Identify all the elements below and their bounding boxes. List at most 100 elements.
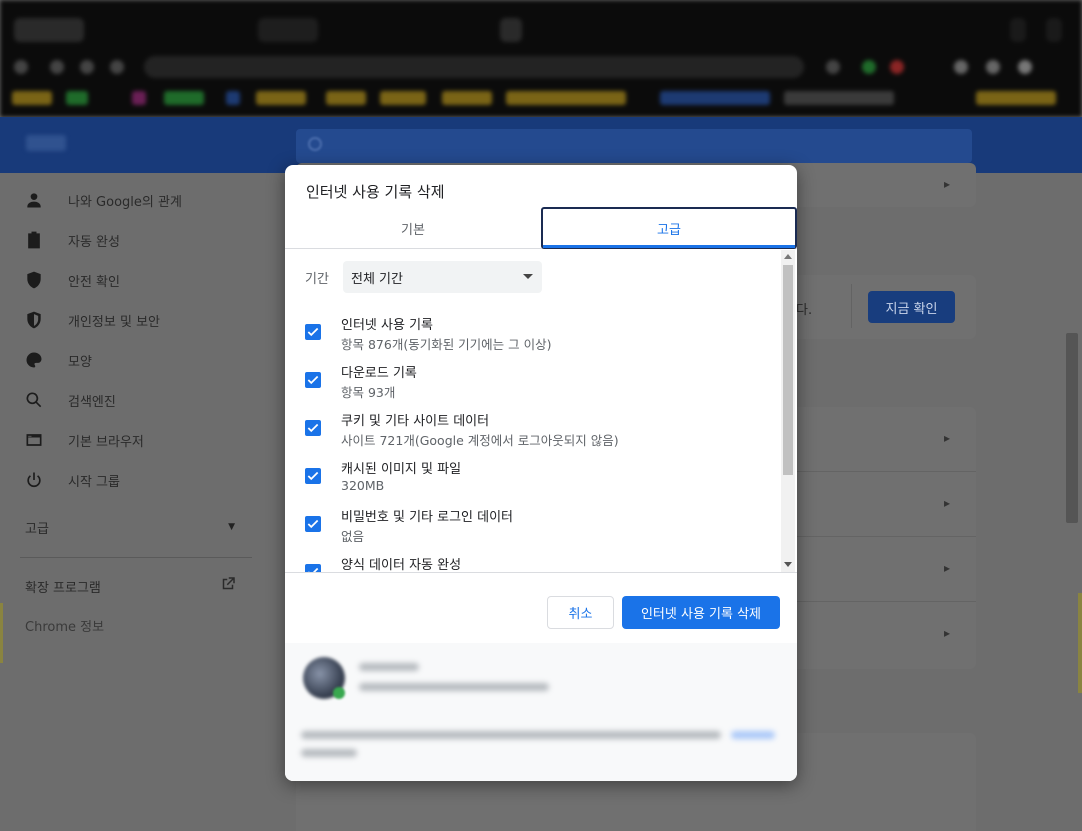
- tab-advanced[interactable]: 고급: [541, 207, 797, 249]
- extension-icon[interactable]: [862, 60, 876, 74]
- extension-icon[interactable]: [890, 60, 904, 74]
- history-option[interactable]: 인터넷 사용 기록 항목 876개(동기화된 기기에는 그 이상): [285, 313, 780, 361]
- option-title: 양식 데이터 자동 완성: [341, 558, 462, 572]
- blurred-text: [359, 683, 549, 691]
- passwords-option[interactable]: 비밀번호 및 기타 로그인 데이터 없음: [285, 505, 780, 553]
- cookies-option[interactable]: 쿠키 및 기타 사이트 데이터 사이트 721개(Google 계정에서 로그아…: [285, 409, 780, 457]
- clear-browsing-data-dialog: 인터넷 사용 기록 삭제 기본 고급 기간 전체 기간 인터넷 사용 기록 항목…: [285, 165, 797, 781]
- checkbox-checked[interactable]: [305, 420, 321, 436]
- bookmark[interactable]: [66, 91, 88, 105]
- extension-icon[interactable]: [954, 60, 968, 74]
- checkbox-checked[interactable]: [305, 468, 321, 484]
- browser-tab[interactable]: [14, 18, 84, 42]
- chevron-right-icon: ▸: [943, 431, 950, 445]
- reload-icon[interactable]: [80, 60, 94, 74]
- option-subtitle: 항목 876개(동기화된 기기에는 그 이상): [341, 337, 552, 352]
- window-control[interactable]: [1046, 18, 1062, 42]
- bookmark[interactable]: [256, 91, 306, 105]
- checkmark-icon: [307, 375, 319, 385]
- power-icon: [22, 468, 46, 492]
- search-icon: [308, 137, 322, 151]
- forward-icon[interactable]: [50, 60, 64, 74]
- blurred-link[interactable]: [731, 731, 775, 739]
- sidebar-item-on-startup[interactable]: 시작 그룹: [22, 460, 252, 500]
- scrollbar-thumb[interactable]: [783, 265, 793, 475]
- checkbox-checked[interactable]: [305, 564, 321, 572]
- bookmark[interactable]: [784, 91, 894, 105]
- sidebar-item-label: 모양: [68, 354, 92, 370]
- dialog-scrollbar[interactable]: [781, 250, 795, 572]
- extension-icon[interactable]: [826, 60, 840, 74]
- bookmark[interactable]: [12, 91, 52, 105]
- browser-icon: [22, 428, 46, 452]
- window-control[interactable]: [1010, 18, 1026, 42]
- scroll-down-arrow-icon[interactable]: [784, 562, 792, 567]
- bookmark[interactable]: [164, 91, 204, 105]
- search-icon: [22, 388, 46, 412]
- chevron-right-icon: ▸: [943, 561, 950, 575]
- bookmark[interactable]: [326, 91, 366, 105]
- shield-icon: [22, 308, 46, 332]
- time-range-label: 기간: [305, 272, 329, 287]
- checkmark-icon: [308, 567, 319, 572]
- option-title: 쿠키 및 기타 사이트 데이터: [341, 414, 490, 429]
- blurred-text: [359, 663, 419, 671]
- sidebar-advanced-label: 고급: [25, 521, 49, 537]
- settings-search-input[interactable]: [296, 129, 972, 163]
- extension-icon[interactable]: [986, 60, 1000, 74]
- sidebar-item-extensions[interactable]: 확장 프로그램: [25, 573, 237, 599]
- chevron-right-icon: ▸: [943, 177, 950, 191]
- sidebar-item-label: 기본 브라우저: [68, 434, 144, 450]
- sidebar-item-safety-check[interactable]: 안전 확인: [22, 260, 252, 300]
- sidebar-item-label: 개인정보 및 보안: [68, 314, 160, 330]
- page-scrollbar[interactable]: [1066, 333, 1078, 523]
- cancel-button[interactable]: 취소: [547, 596, 614, 629]
- checkmark-icon: [307, 519, 319, 529]
- sidebar-advanced-toggle[interactable]: 고급 ▼: [25, 513, 235, 541]
- bookmark[interactable]: [506, 91, 626, 105]
- sidebar-item-about-chrome[interactable]: Chrome 정보: [25, 616, 104, 635]
- back-icon[interactable]: [14, 60, 28, 74]
- scroll-up-arrow-icon[interactable]: [784, 254, 792, 259]
- clipboard-icon: [22, 228, 46, 252]
- sidebar-item-default-browser[interactable]: 기본 브라우저: [22, 420, 252, 460]
- open-in-new-icon: [219, 575, 237, 597]
- bookmark[interactable]: [442, 91, 492, 105]
- checkbox-checked[interactable]: [305, 516, 321, 532]
- checkmark-icon: [307, 471, 319, 481]
- bookmark[interactable]: [226, 91, 240, 105]
- browser-tab[interactable]: [258, 18, 318, 42]
- checkmark-icon: [307, 327, 319, 337]
- time-range-select[interactable]: 전체 기간: [343, 261, 542, 293]
- sidebar-item-you-and-google[interactable]: 나와 Google의 관계: [22, 180, 252, 220]
- bookmark[interactable]: [660, 91, 770, 105]
- palette-icon: [22, 348, 46, 372]
- blurred-text: [301, 749, 357, 757]
- bookmark[interactable]: [976, 91, 1056, 105]
- sidebar-item-search-engine[interactable]: 검색엔진: [22, 380, 252, 420]
- sidebar-item-appearance[interactable]: 모양: [22, 340, 252, 380]
- autofill-option[interactable]: 양식 데이터 자동 완성: [285, 553, 780, 572]
- tab-basic[interactable]: 기본: [285, 207, 541, 249]
- home-icon[interactable]: [110, 60, 124, 74]
- checkbox-checked[interactable]: [305, 324, 321, 340]
- checkbox-checked[interactable]: [305, 372, 321, 388]
- sidebar-item-autofill[interactable]: 자동 완성: [22, 220, 252, 260]
- address-bar[interactable]: [144, 56, 804, 78]
- bookmark[interactable]: [380, 91, 426, 105]
- profile-icon[interactable]: [1018, 60, 1032, 74]
- check-now-button[interactable]: 지금 확인: [868, 291, 955, 323]
- sync-status-icon: [333, 687, 345, 699]
- divider: [851, 284, 852, 328]
- new-tab-button[interactable]: [500, 18, 522, 42]
- settings-title: [26, 135, 66, 151]
- sidebar-item-privacy[interactable]: 개인정보 및 보안: [22, 300, 252, 340]
- dropdown-arrow-icon: [523, 274, 533, 279]
- dialog-scroll-area[interactable]: 기간 전체 기간 인터넷 사용 기록 항목 876개(동기화된 기기에는 그 이…: [285, 250, 797, 572]
- decorative-edge: [0, 603, 3, 663]
- download-history-option[interactable]: 다운로드 기록 항목 93개: [285, 361, 780, 409]
- clear-data-button[interactable]: 인터넷 사용 기록 삭제: [622, 596, 780, 629]
- option-subtitle: 320MB: [341, 478, 385, 493]
- cache-option[interactable]: 캐시된 이미지 및 파일 320MB: [285, 457, 780, 505]
- bookmark[interactable]: [132, 91, 146, 105]
